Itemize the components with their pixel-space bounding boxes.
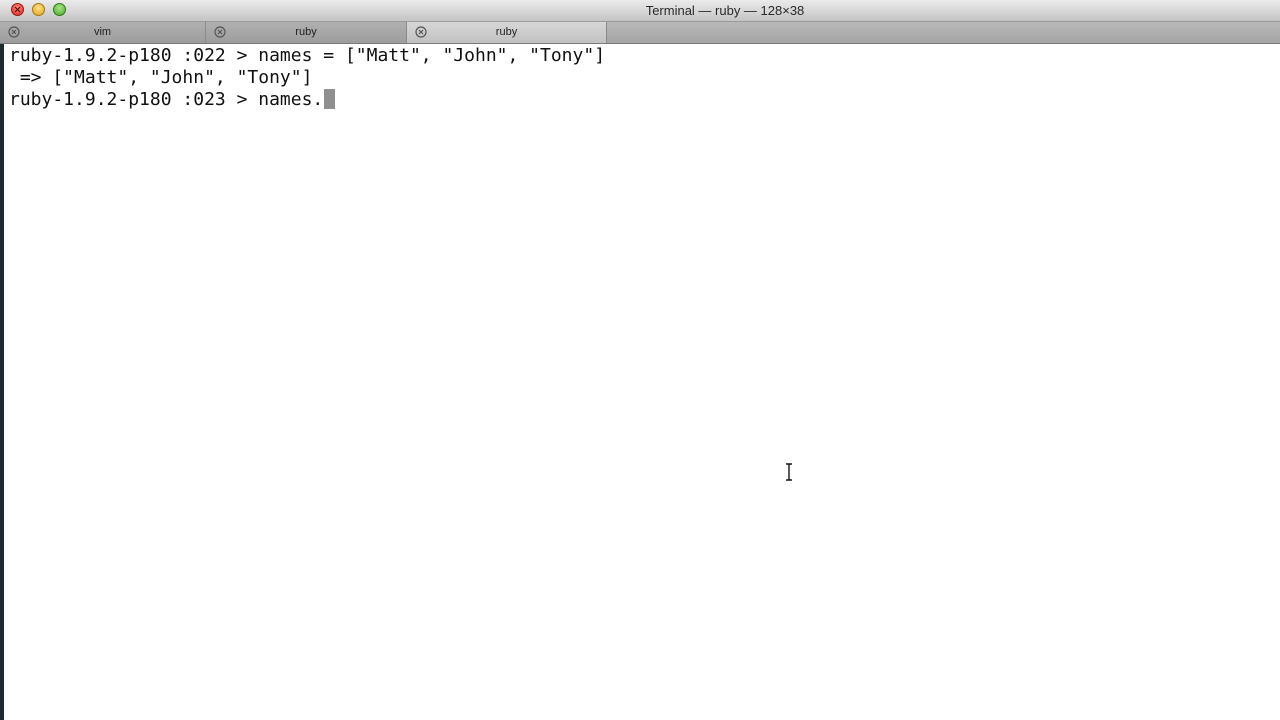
terminal-output[interactable]: ruby-1.9.2-p180 :022 > names = ["Matt", … — [0, 44, 1280, 720]
tab-ruby-1[interactable]: ruby — [206, 22, 407, 43]
tab-label: ruby — [495, 26, 518, 38]
window-title: Terminal — ruby — 128×38 — [645, 3, 805, 18]
ibeam-cursor-icon — [786, 463, 792, 481]
terminal-line: => ["Matt", "John", "Tony"] — [9, 67, 313, 88]
tab-label: vim — [93, 26, 112, 38]
terminal-window: Terminal — ruby — 128×38 vim ruby ruby r… — [0, 0, 1280, 720]
tab-bar: vim ruby ruby — [0, 22, 1280, 44]
terminal-line: ruby-1.9.2-p180 :022 > names = ["Matt", … — [9, 45, 606, 66]
text-cursor — [324, 89, 336, 109]
title-bar[interactable]: Terminal — ruby — 128×38 — [0, 0, 1280, 22]
prompt-text: ruby-1.9.2-p180 :023 > names. — [9, 89, 324, 110]
tab-label: ruby — [295, 26, 317, 38]
tab-ruby-2[interactable]: ruby — [407, 22, 607, 43]
tab-vim[interactable]: vim — [0, 22, 206, 43]
terminal-prompt-line: ruby-1.9.2-p180 :023 > names. — [9, 89, 605, 111]
terminal-lines: ruby-1.9.2-p180 :022 > names = ["Matt", … — [9, 45, 605, 111]
